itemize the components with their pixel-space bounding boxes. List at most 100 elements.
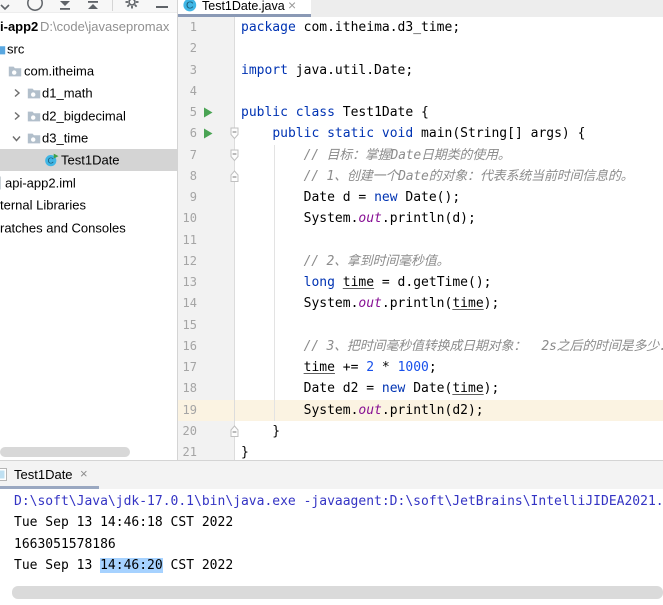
code-segment: // 目标：掌握Date日期类的使用。 bbox=[303, 147, 511, 163]
project-horizontal-scrollbar[interactable] bbox=[0, 447, 130, 457]
console-line-4: Tue Sep 13 14:46:20 CST 2022 bbox=[14, 557, 234, 573]
line-number: 2 bbox=[189, 41, 197, 56]
tree-item-d3-time[interactable]: d3_time bbox=[0, 127, 177, 149]
code-segment: System. bbox=[241, 296, 359, 312]
run-tab-close-icon[interactable]: × bbox=[80, 466, 88, 481]
tree-item-com-itheima[interactable]: com.itheima bbox=[0, 60, 177, 82]
src-folder-icon bbox=[0, 46, 6, 55]
chevron-right-icon[interactable] bbox=[12, 111, 21, 121]
code-segment: System. bbox=[241, 211, 359, 227]
code-segment: void bbox=[381, 126, 414, 142]
chevron-down-icon[interactable] bbox=[12, 134, 21, 143]
fold-expand-icon[interactable] bbox=[230, 169, 239, 183]
code-segment: Date d = bbox=[241, 190, 375, 205]
code-segment: Date(); bbox=[397, 190, 461, 205]
run-line-icon[interactable] bbox=[203, 128, 213, 139]
toolbar-separator bbox=[112, 0, 113, 11]
code-segment: time bbox=[303, 360, 335, 375]
code-line-13: long time = d.getTime(); bbox=[241, 272, 492, 293]
package-folder-icon bbox=[27, 111, 41, 122]
code-segment: out bbox=[358, 402, 382, 418]
code-line-18: Date d2 = new Date(time); bbox=[241, 378, 500, 399]
line-number: 19 bbox=[182, 402, 197, 417]
line-number: 1 bbox=[189, 20, 197, 34]
run-tab-bar: Test1Date × bbox=[0, 461, 663, 489]
code-segment: Date( bbox=[405, 381, 453, 397]
expand-all-icon[interactable] bbox=[56, 0, 74, 12]
code-segment: ); bbox=[483, 381, 500, 397]
tree-item-api-app2-iml[interactable]: api-app2.iml bbox=[0, 172, 177, 194]
line-number: 12 bbox=[182, 253, 197, 268]
code-line-7: // 目标：掌握Date日期类的使用。 bbox=[241, 145, 511, 166]
code-line-8: // 1、创建一个Date的对象：代表系统当前时间信息的。 bbox=[241, 166, 634, 187]
chevron-right-icon[interactable] bbox=[12, 88, 21, 98]
tree-item-label: d2_bigdecimal bbox=[42, 108, 126, 124]
console-selected-text: 14:46:20 bbox=[100, 557, 163, 573]
code-segment: * bbox=[374, 360, 398, 375]
code-line-19: System.out.println(d2); bbox=[241, 400, 484, 421]
gutter-border bbox=[234, 17, 235, 460]
chevron-down-icon[interactable] bbox=[0, 0, 11, 12]
project-root-row[interactable]: i-app2 D:\code\javasepromax bbox=[0, 16, 177, 38]
run-tab-label[interactable]: Test1Date bbox=[14, 467, 73, 482]
line-number: 17 bbox=[182, 360, 197, 374]
tree-item-ratches-and-consoles[interactable]: ratches and Consoles bbox=[0, 217, 177, 239]
code-segment: java.util.Date; bbox=[287, 62, 414, 78]
line-number: 9 bbox=[189, 190, 197, 204]
fold-collapse-icon[interactable] bbox=[230, 127, 239, 140]
console-horizontal-scrollbar[interactable] bbox=[12, 586, 663, 599]
java-class-icon: C bbox=[183, 0, 197, 12]
run-class-icon bbox=[0, 468, 7, 481]
code-line-6: public static void main(String[] args) { bbox=[241, 123, 585, 144]
code-line-1: package com.itheima.d3_time; bbox=[241, 17, 460, 38]
collapse-all-icon[interactable] bbox=[84, 0, 102, 12]
line-number: 6 bbox=[189, 126, 197, 141]
package-folder-icon bbox=[8, 66, 22, 77]
code-line-21: } bbox=[241, 442, 249, 460]
code-segment: .println(d2); bbox=[381, 402, 484, 418]
tree-item-d2-bigdecimal[interactable]: d2_bigdecimal bbox=[0, 105, 177, 127]
tree-item-ternal-libraries[interactable]: ternal Libraries bbox=[0, 194, 177, 216]
line-number: 4 bbox=[189, 83, 197, 98]
code-segment: // 1、创建一个Date的对象：代表系统当前时间信息的。 bbox=[303, 168, 634, 184]
tree-item-label: ternal Libraries bbox=[0, 197, 86, 213]
fold-collapse-icon[interactable] bbox=[230, 149, 239, 162]
code-segment: class bbox=[295, 105, 335, 120]
fold-expand-icon[interactable] bbox=[230, 424, 239, 438]
tree-item-label: d1_math bbox=[42, 85, 93, 101]
tree-item-d1-math[interactable]: d1_math bbox=[0, 82, 177, 104]
code-segment: 1000 bbox=[397, 360, 429, 375]
code-segment: new bbox=[374, 190, 398, 205]
code-line-16: // 3、把时间毫秒值转换成日期对象： 2s之后的时间是多少. bbox=[241, 336, 663, 357]
locate-target-icon[interactable] bbox=[25, 0, 45, 12]
console-line-3: 1663051578186 bbox=[14, 536, 116, 552]
editor-body[interactable]: 1 2 3 4 5 6 7 8 9 10 11 12 13 14 15 16 17 18 19 20 21 packag… bbox=[178, 17, 663, 460]
code-segment: out bbox=[358, 296, 382, 312]
code-segment: .println(d); bbox=[381, 211, 476, 227]
code-segment: } bbox=[241, 445, 249, 460]
tree-item-label: api-app2.iml bbox=[5, 175, 76, 191]
code-segment: += bbox=[334, 360, 367, 375]
line-number: 20 bbox=[182, 423, 197, 438]
hide-panel-icon[interactable] bbox=[153, 0, 171, 12]
code-line-14: System.out.println(time); bbox=[241, 293, 500, 314]
tree-item-test1date[interactable]: C Test1Date bbox=[0, 149, 177, 171]
tree-item-src[interactable]: src bbox=[0, 38, 177, 60]
editor-area: C Test1Date.java × 1 2 3 4 5 6 7 8 9 10 11 12 13 14 15… bbox=[178, 0, 663, 460]
svg-text:C: C bbox=[48, 156, 54, 166]
code-segment: import bbox=[241, 62, 288, 78]
code-line-3: import java.util.Date; bbox=[241, 60, 413, 81]
svg-text:C: C bbox=[186, 0, 194, 12]
editor-tab-close-icon[interactable]: × bbox=[288, 0, 296, 13]
run-line-icon[interactable] bbox=[203, 107, 213, 118]
tree-item-label: src bbox=[7, 41, 25, 57]
project-root-name: i-app2 bbox=[0, 19, 39, 34]
code-segment: package bbox=[241, 20, 296, 35]
settings-gear-icon[interactable] bbox=[122, 0, 142, 12]
editor-tab-label: Test1Date.java bbox=[202, 0, 285, 13]
line-number: 16 bbox=[182, 338, 197, 353]
